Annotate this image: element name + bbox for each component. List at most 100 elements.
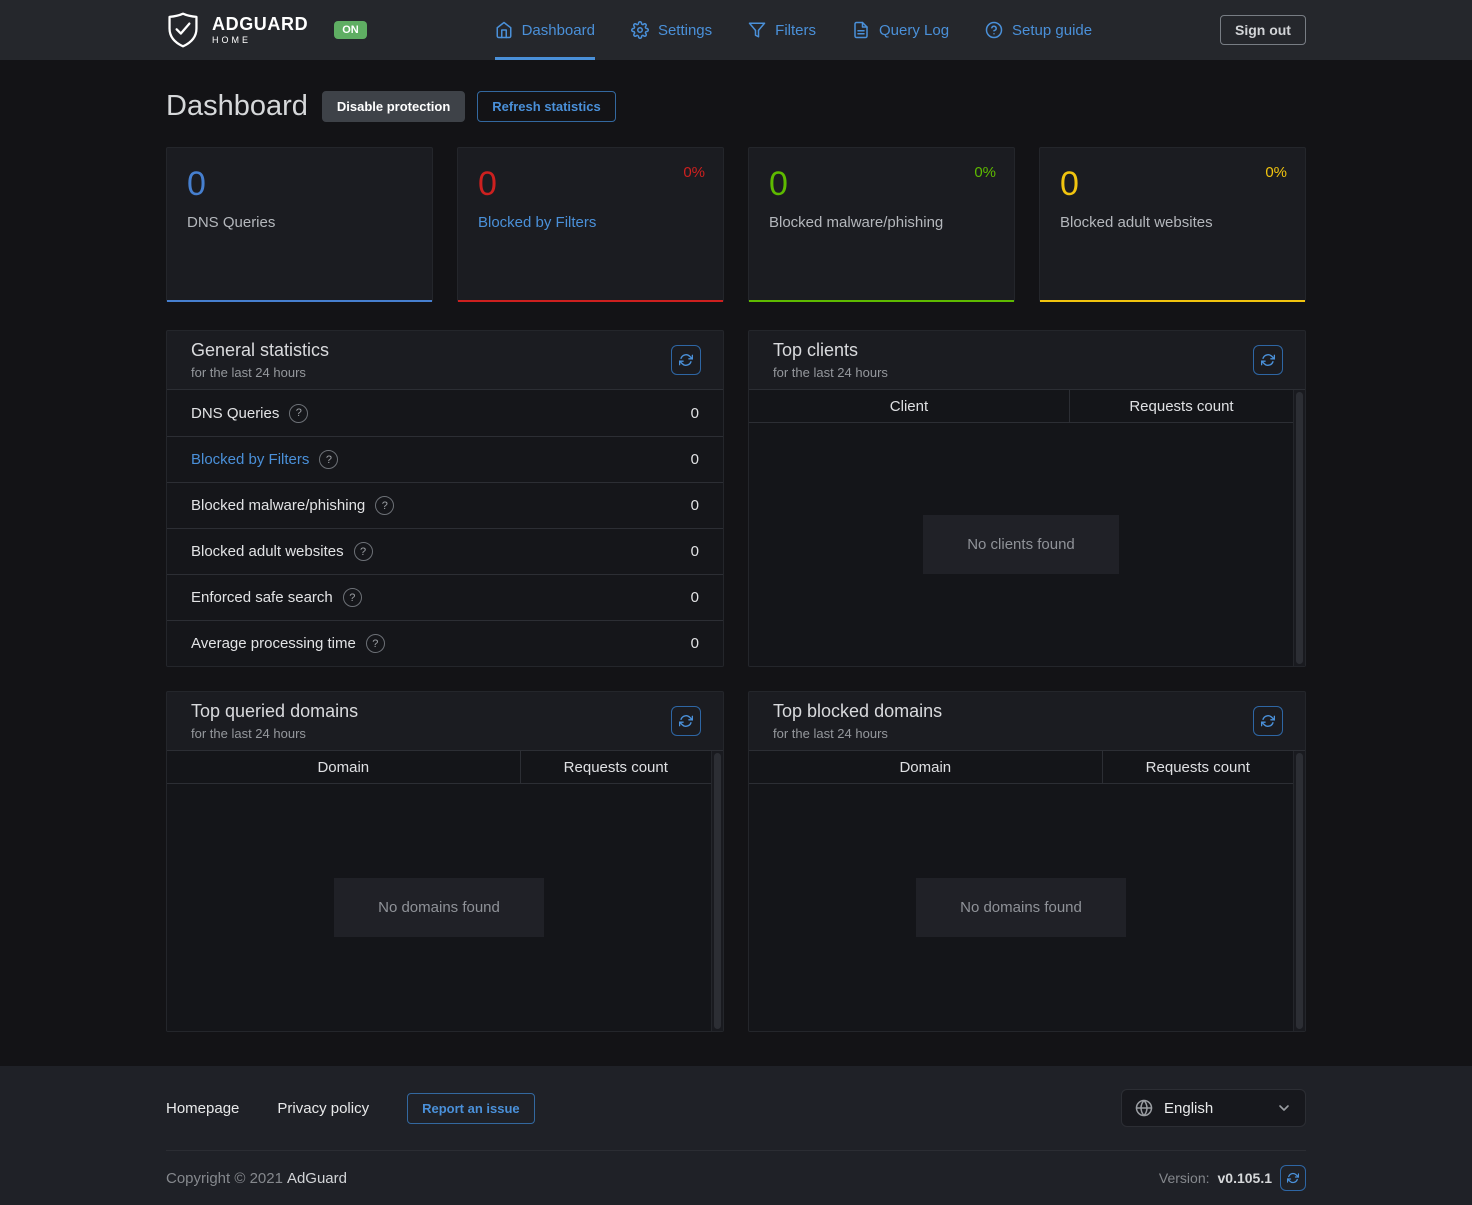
panel-title: Top clients	[773, 340, 888, 362]
stats-value: 0	[691, 497, 699, 514]
main-nav: Dashboard Settings Filters Query Log Set…	[495, 0, 1093, 60]
stats-label: DNS Queries?	[191, 404, 308, 423]
stats-row: Blocked malware/phishing? 0	[167, 482, 723, 528]
copyright: Copyright © 2021AdGuard	[166, 1170, 347, 1187]
card-percent: 0%	[974, 164, 996, 181]
scrollbar-thumb[interactable]	[1296, 392, 1303, 664]
card-value: 0	[187, 164, 412, 205]
brand-sub: HOME	[212, 36, 308, 45]
column-header-domain: Domain	[749, 751, 1103, 783]
stats-value: 0	[691, 635, 699, 652]
card-value: 0	[769, 164, 994, 205]
scrollbar-thumb[interactable]	[714, 753, 721, 1029]
card-label: Blocked adult websites	[1060, 214, 1285, 231]
top-nav-bar: ADGUARD HOME ON Dashboard Settings Filte…	[0, 0, 1472, 60]
nav-item-query-log[interactable]: Query Log	[852, 0, 949, 60]
adguard-logo: ADGUARD HOME ON	[166, 0, 367, 60]
panel-title: Top queried domains	[191, 701, 358, 723]
vertical-scrollbar[interactable]	[1293, 751, 1305, 1031]
refresh-icon	[1261, 353, 1275, 367]
adguard-link[interactable]: AdGuard	[287, 1170, 347, 1187]
refresh-button[interactable]	[671, 706, 701, 736]
card-percent: 0%	[1265, 164, 1287, 181]
homepage-link[interactable]: Homepage	[166, 1100, 239, 1117]
card-value: 0	[478, 164, 703, 205]
stats-label: Blocked malware/phishing?	[191, 496, 394, 515]
version-label: Version:	[1159, 1170, 1210, 1186]
stats-row: Blocked by Filters? 0	[167, 436, 723, 482]
refresh-button[interactable]	[1253, 706, 1283, 736]
empty-message: No clients found	[923, 515, 1119, 574]
empty-message: No domains found	[334, 878, 544, 937]
check-updates-button[interactable]	[1280, 1165, 1306, 1191]
nav-item-dashboard[interactable]: Dashboard	[495, 0, 595, 60]
nav-label: Settings	[658, 22, 712, 39]
gear-icon	[631, 21, 649, 39]
footer: Homepage Privacy policy Report an issue …	[0, 1066, 1472, 1205]
stats-label: Average processing time?	[191, 634, 385, 653]
page-title: Dashboard	[166, 90, 308, 123]
language-value: English	[1164, 1100, 1213, 1117]
protection-status-badge: ON	[334, 21, 367, 39]
document-icon	[852, 21, 870, 39]
scrollbar-thumb[interactable]	[1296, 753, 1303, 1029]
stats-label-link[interactable]: Blocked by Filters?	[191, 450, 338, 469]
card-dns-queries: 0 DNS Queries	[166, 147, 433, 302]
refresh-statistics-button[interactable]: Refresh statistics	[477, 91, 615, 122]
help-icon[interactable]: ?	[319, 450, 338, 469]
language-select[interactable]: English	[1121, 1089, 1306, 1127]
stat-cards: 0 DNS Queries 0% 0 Blocked by Filters 0%…	[166, 147, 1306, 302]
column-header-client: Client	[749, 390, 1070, 422]
help-icon[interactable]: ?	[289, 404, 308, 423]
nav-label: Dashboard	[522, 22, 595, 39]
stats-value: 0	[691, 589, 699, 606]
disable-protection-button[interactable]: Disable protection	[322, 91, 465, 122]
sign-out-button[interactable]: Sign out	[1220, 15, 1306, 45]
nav-label: Setup guide	[1012, 22, 1092, 39]
card-blocked-adult: 0% 0 Blocked adult websites	[1039, 147, 1306, 302]
help-icon[interactable]: ?	[354, 542, 373, 561]
column-header-domain: Domain	[167, 751, 521, 783]
nav-item-filters[interactable]: Filters	[748, 0, 816, 60]
refresh-button[interactable]	[671, 345, 701, 375]
help-icon[interactable]: ?	[366, 634, 385, 653]
refresh-button[interactable]	[1253, 345, 1283, 375]
panel-subtitle: for the last 24 hours	[773, 365, 888, 380]
refresh-icon	[1287, 1172, 1299, 1184]
panel-subtitle: for the last 24 hours	[191, 365, 329, 380]
nav-item-setup-guide[interactable]: Setup guide	[985, 0, 1092, 60]
top-clients-panel: Top clients for the last 24 hours Client…	[748, 330, 1306, 667]
column-header-requests-count: Requests count	[1103, 751, 1293, 783]
stats-value: 0	[691, 405, 699, 422]
stats-label: Enforced safe search?	[191, 588, 362, 607]
vertical-scrollbar[interactable]	[711, 751, 723, 1031]
nav-label: Query Log	[879, 22, 949, 39]
card-label-link[interactable]: Blocked by Filters	[478, 214, 703, 231]
panel-title: Top blocked domains	[773, 701, 942, 723]
stats-row: DNS Queries? 0	[167, 390, 723, 436]
refresh-icon	[1261, 714, 1275, 728]
chevron-down-icon	[1276, 1100, 1292, 1116]
panel-subtitle: for the last 24 hours	[773, 726, 942, 741]
report-issue-button[interactable]: Report an issue	[407, 1093, 535, 1124]
panel-subtitle: for the last 24 hours	[191, 726, 358, 741]
vertical-scrollbar[interactable]	[1293, 390, 1305, 666]
help-icon[interactable]: ?	[343, 588, 362, 607]
top-blocked-domains-panel: Top blocked domains for the last 24 hour…	[748, 691, 1306, 1032]
refresh-icon	[679, 714, 693, 728]
card-value: 0	[1060, 164, 1285, 205]
top-queried-domains-panel: Top queried domains for the last 24 hour…	[166, 691, 724, 1032]
stats-value: 0	[691, 451, 699, 468]
help-icon[interactable]: ?	[375, 496, 394, 515]
stats-row: Enforced safe search? 0	[167, 574, 723, 620]
home-icon	[495, 21, 513, 39]
stats-label: Blocked adult websites?	[191, 542, 373, 561]
nav-item-settings[interactable]: Settings	[631, 0, 712, 60]
privacy-policy-link[interactable]: Privacy policy	[277, 1100, 369, 1117]
card-label: DNS Queries	[187, 214, 412, 231]
help-circle-icon	[985, 21, 1003, 39]
panel-title: General statistics	[191, 340, 329, 362]
column-header-requests-count: Requests count	[521, 751, 711, 783]
shield-check-icon	[166, 11, 200, 49]
card-blocked-by-filters: 0% 0 Blocked by Filters	[457, 147, 724, 302]
